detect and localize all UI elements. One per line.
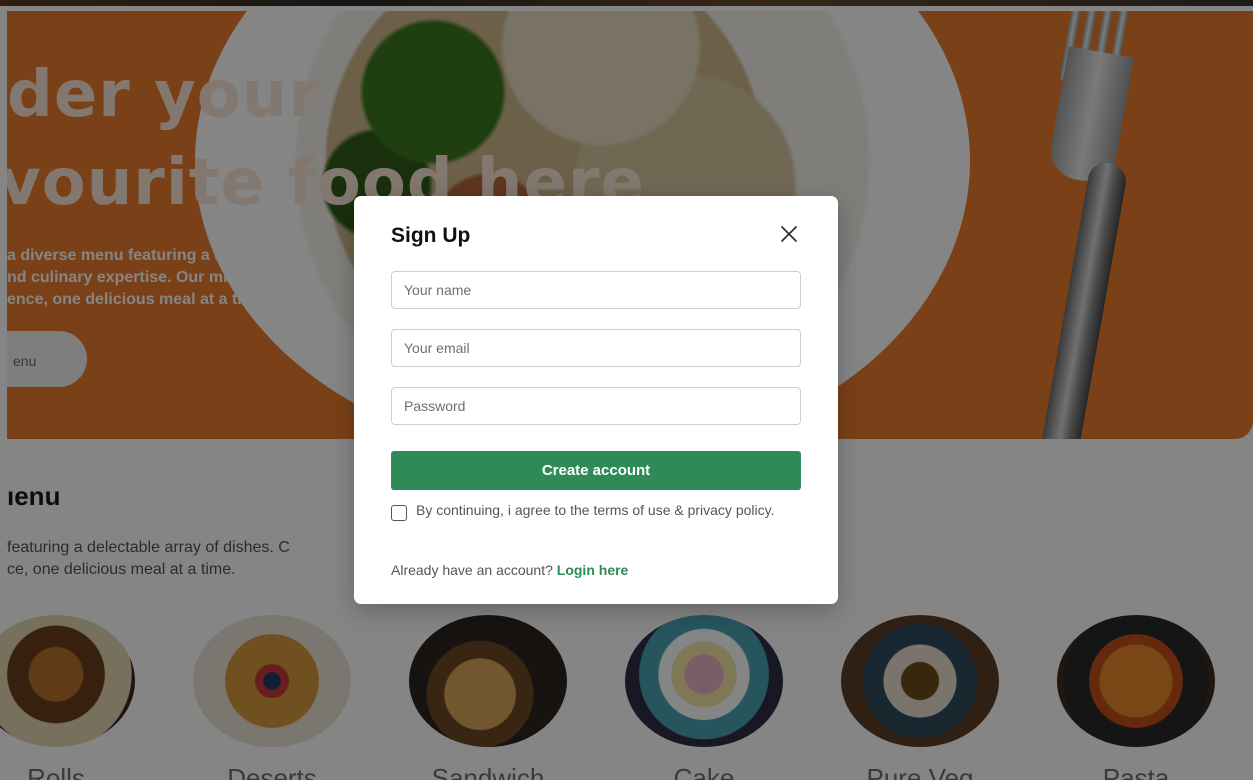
login-link[interactable]: Login here: [557, 562, 629, 578]
close-icon: [781, 226, 797, 242]
password-input[interactable]: [391, 387, 801, 425]
terms-checkbox[interactable]: [391, 505, 407, 521]
terms-text: By continuing, i agree to the terms of u…: [416, 502, 775, 518]
create-account-button[interactable]: Create account: [391, 451, 801, 490]
email-input[interactable]: [391, 329, 801, 367]
close-button[interactable]: [777, 222, 801, 246]
signup-modal: Sign Up Create account By continuing, i …: [354, 196, 838, 604]
modal-title: Sign Up: [391, 224, 471, 247]
login-prompt-text: Already have an account?: [391, 562, 553, 578]
name-input[interactable]: [391, 271, 801, 309]
login-prompt-line: Already have an account? Login here: [391, 562, 628, 578]
